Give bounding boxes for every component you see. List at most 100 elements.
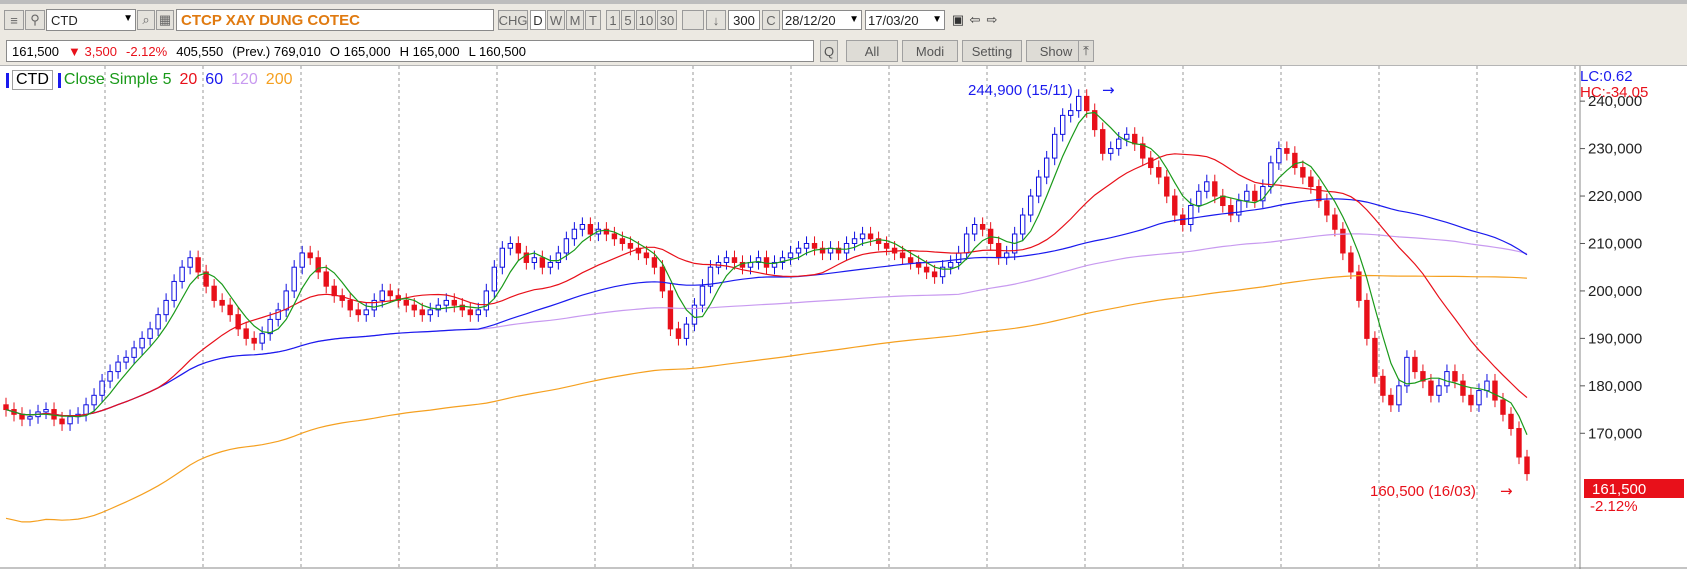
q-button[interactable]: Q <box>820 40 838 62</box>
candle-body <box>1116 138 1122 150</box>
last-change-label: -2.12% <box>1590 498 1638 515</box>
chevron-down-icon: ▼ <box>849 14 859 25</box>
candle-body <box>971 224 978 235</box>
candle-body <box>1316 186 1322 202</box>
candle-body <box>955 252 962 263</box>
period-button-m[interactable]: M <box>566 10 584 30</box>
compare-icon[interactable]: ▦ <box>156 10 174 30</box>
candle-body <box>43 409 49 413</box>
y-tick-label: 200,000 <box>1588 283 1642 300</box>
company-name-field[interactable]: CTCP XAY DUNG COTEC <box>176 9 494 31</box>
search-icon[interactable]: ⚲ <box>25 10 45 30</box>
candle-body <box>1492 380 1498 401</box>
candle-body <box>843 242 850 254</box>
candle-body <box>1340 228 1346 254</box>
menu-expand-icon[interactable]: ≡ <box>4 10 24 30</box>
candle-body <box>803 242 810 249</box>
candle-body <box>1027 195 1034 216</box>
high-arrow-icon: → <box>1102 81 1115 99</box>
minute-button-5[interactable]: 5 <box>621 10 635 30</box>
candle-body <box>531 257 538 263</box>
candle-body <box>859 233 866 240</box>
all-button[interactable]: All <box>846 40 898 62</box>
candle-body <box>571 228 578 240</box>
candle-body <box>59 418 65 425</box>
modi-button[interactable]: Modi <box>902 40 958 62</box>
symbol-select[interactable]: CTD ▼ <box>46 9 136 31</box>
candle-body <box>675 328 682 339</box>
candle-body <box>683 323 690 339</box>
candle-body <box>1068 110 1074 116</box>
minute-button-10[interactable]: 10 <box>636 10 656 30</box>
price-chart[interactable]: 170,000 180,000 190,000 200,000 210,000 220,0… <box>0 66 1687 569</box>
volume: 405,550 <box>176 43 224 59</box>
candles <box>3 89 1530 481</box>
open-price: O 165,000 <box>329 43 391 59</box>
pin-icon[interactable]: ⤒ <box>1078 40 1094 62</box>
forward-icon[interactable]: ⇨ <box>984 11 1000 29</box>
y-tick-label: 180,000 <box>1588 378 1642 395</box>
candle-body <box>243 328 249 339</box>
candle-body <box>1220 195 1226 207</box>
candle-body <box>963 233 970 254</box>
date-from-select[interactable]: 28/12/20 ▼ <box>782 10 862 30</box>
candle-body <box>1051 133 1058 159</box>
arrow-down-icon[interactable]: ↓ <box>706 10 726 30</box>
candle-body <box>131 347 137 358</box>
candle-body <box>147 328 153 339</box>
candle-body <box>1364 299 1370 339</box>
candle-body <box>795 247 802 254</box>
candle-body <box>211 285 217 301</box>
candle-body <box>171 280 177 301</box>
low-price: L 160,500 <box>468 43 526 59</box>
candle-body <box>867 233 874 240</box>
period-button-w[interactable]: W <box>547 10 565 30</box>
candle-body <box>899 252 906 259</box>
candle-body <box>1452 371 1458 382</box>
chg-button[interactable]: CHG <box>498 10 528 30</box>
setting-button[interactable]: Setting <box>962 40 1022 62</box>
date-to-select[interactable]: 17/03/20 ▼ <box>865 10 945 30</box>
bar-count-input[interactable]: 300 <box>728 10 760 30</box>
candle-body <box>123 356 129 363</box>
candle-body <box>1276 148 1282 164</box>
candle-body <box>451 299 457 306</box>
high-annotation: 244,900 (15/11) <box>968 82 1073 99</box>
candle-body <box>1244 190 1250 202</box>
show-button[interactable]: Show <box>1026 40 1086 62</box>
period-button-d[interactable]: D <box>530 10 546 30</box>
minute-button-30[interactable]: 30 <box>657 10 677 30</box>
candle-body <box>1428 380 1434 396</box>
candle-body <box>1516 428 1522 458</box>
y-tick-label: 230,000 <box>1588 141 1642 158</box>
candle-body <box>1412 356 1418 373</box>
save-icon[interactable]: ▣ <box>950 11 966 29</box>
period-button-t[interactable]: T <box>585 10 601 30</box>
blank-button[interactable] <box>682 10 704 30</box>
candle-body <box>27 416 33 420</box>
minute-button-1[interactable]: 1 <box>606 10 620 30</box>
candle-body <box>1019 214 1026 235</box>
candle-body <box>667 290 674 330</box>
prev-volume: (Prev.) 769,010 <box>232 43 321 59</box>
candle-body <box>1164 176 1170 197</box>
y-tick-label: 220,000 <box>1588 188 1642 205</box>
last-price-marker-label: 161,500 <box>1592 481 1646 498</box>
zoom-icon[interactable]: ⌕ <box>137 10 155 30</box>
candle-body <box>187 257 193 268</box>
quote-info: 161,500 ▼ 3,500 -2.12% 405,550 (Prev.) 7… <box>6 40 814 62</box>
c-button[interactable]: C <box>762 10 780 30</box>
ma60-line <box>5 198 1528 417</box>
candle-body <box>115 361 121 373</box>
back-icon[interactable]: ⇦ <box>967 11 983 29</box>
candle-body <box>787 252 794 259</box>
date-from-value: 28/12/20 <box>785 12 836 28</box>
candle-body <box>1204 181 1210 192</box>
candle-body <box>659 266 666 292</box>
candle-body <box>1524 456 1530 475</box>
candle-body <box>3 404 9 411</box>
candle-body <box>1084 95 1090 112</box>
low-annotation: 160,500 (16/03) <box>1370 483 1476 500</box>
main-toolbar: ≡ ⚲ CTD ▼ ⌕ ▦ CTCP XAY DUNG COTEC CHG D … <box>0 0 1687 36</box>
candle-body <box>499 247 506 268</box>
